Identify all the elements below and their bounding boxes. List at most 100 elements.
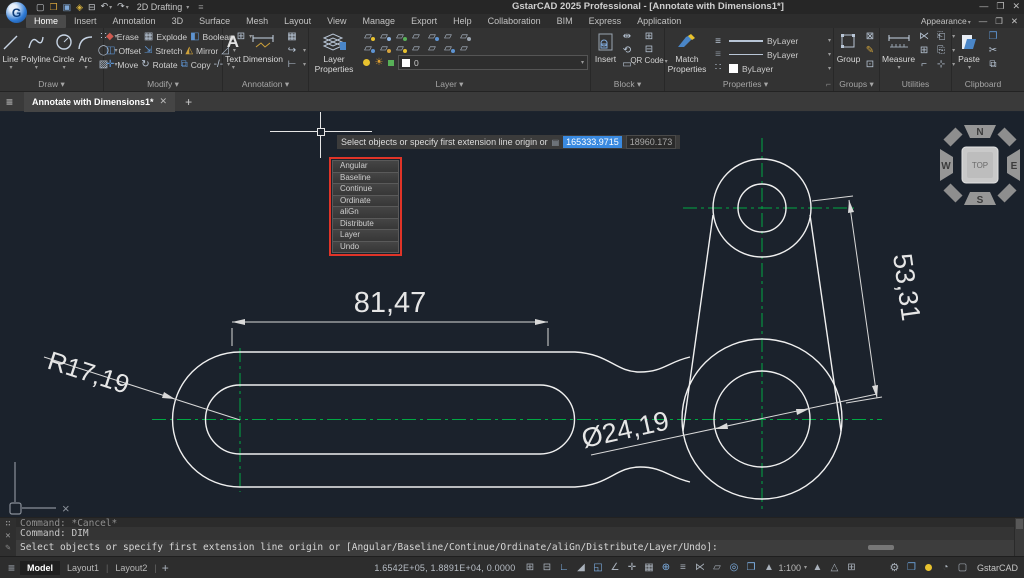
lineweight-list-icon[interactable]: ≡ (711, 36, 725, 48)
save-as-icon[interactable]: ◈ (76, 1, 83, 14)
array-icon[interactable]: ⊞ (237, 31, 245, 43)
grid-icon[interactable]: ⊞ (522, 560, 537, 575)
object-tracking-icon[interactable]: ∠ (607, 560, 622, 575)
arc-button[interactable]: Arc▾ (77, 30, 95, 79)
leader-tools-icon[interactable]: ↪ (285, 45, 299, 57)
menu-item-layer[interactable]: Layer (332, 229, 399, 241)
new-layout-button[interactable]: + (158, 560, 173, 575)
layer-off-icon[interactable]: ▱ (425, 30, 439, 42)
ribbon-minimize-button[interactable]: — (979, 16, 988, 26)
selection-cycling-icon[interactable]: ⋉ (692, 560, 707, 575)
dynamic-ucs-icon[interactable]: ✛ (624, 560, 639, 575)
tab-insert[interactable]: Insert (66, 15, 105, 28)
ribbon-close-button[interactable]: ✕ (1011, 16, 1018, 27)
workspace-table-icon[interactable]: ⊞ (844, 560, 859, 575)
tab-mesh[interactable]: Mesh (238, 15, 276, 28)
panel-block-label[interactable]: Block ▾ (591, 79, 664, 91)
layer-merge-icon[interactable]: ▱ (393, 42, 407, 54)
viewcube-west[interactable]: W (941, 161, 951, 172)
auto-scale-icon[interactable]: ▲ (810, 560, 825, 575)
measure-button[interactable]: Measure▾ (882, 30, 915, 79)
mirror-button[interactable]: Mirror (196, 46, 218, 56)
tab-bim[interactable]: BIM (549, 15, 581, 28)
point-style-icon[interactable]: ⌐ (917, 59, 931, 71)
layer-freeze-icon[interactable]: ▱ (409, 30, 423, 42)
erase-button[interactable]: Erase (117, 32, 139, 42)
group-button[interactable]: Group (836, 30, 861, 79)
transparency-icon[interactable]: ≡ (675, 560, 690, 575)
polyline-button[interactable]: Polyline▾ (21, 30, 51, 79)
tab-manage[interactable]: Manage (355, 15, 404, 28)
layout2-tab[interactable]: Layout2 (108, 561, 154, 575)
id-point-icon[interactable]: ⎘ (934, 45, 948, 57)
undo-icon[interactable]: ↶▾ (101, 0, 113, 15)
cut-clip-icon[interactable]: ✂ (986, 45, 1000, 57)
tab-help[interactable]: Help (445, 15, 480, 28)
menu-item-distribute[interactable]: Distribute (332, 218, 399, 230)
match-properties-button[interactable]: Match Properties (667, 30, 707, 79)
panel-draw-label[interactable]: Draw ▾ (0, 79, 103, 91)
layer-lock-state-icon[interactable] (387, 57, 395, 69)
document-tab-close-icon[interactable]: ✕ (160, 96, 168, 107)
appearance-menu[interactable]: Appearance▾ (921, 16, 971, 26)
menu-item-align[interactable]: aliGn (332, 206, 399, 218)
move-button[interactable]: Move (117, 60, 138, 70)
ribbon-restore-button[interactable]: ❐ (995, 16, 1003, 27)
ortho-icon[interactable]: ∟ (556, 560, 571, 575)
lineweight-display-icon[interactable]: ⊕ (658, 560, 673, 575)
panel-layer-label[interactable]: Layer ▾ (309, 79, 590, 91)
tab-layout[interactable]: Layout (276, 15, 319, 28)
menu-item-undo[interactable]: Undo (332, 241, 399, 254)
layer-state-icon[interactable]: ▱ (361, 30, 375, 42)
dimension-button[interactable]: Dimension (243, 30, 283, 79)
layer-isolate-icon[interactable]: ▱ (377, 30, 391, 42)
layer-walk-icon[interactable]: ▱ (377, 42, 391, 54)
copy-clip-icon[interactable]: ❐ (986, 31, 1000, 43)
new-document-tab-button[interactable]: + (185, 95, 192, 109)
stretch-button[interactable]: Stretch (155, 46, 182, 56)
block-edit-icon[interactable]: ⇹ (620, 31, 634, 43)
layer-unisolate-icon[interactable]: ▱ (393, 30, 407, 42)
viewcube-east[interactable]: E (1011, 161, 1018, 172)
tab-export[interactable]: Export (403, 15, 445, 28)
tab-express[interactable]: Express (581, 15, 630, 28)
model-tab[interactable]: Model (20, 561, 60, 575)
bulb-on-icon[interactable] (361, 57, 371, 69)
annotation-scale-control[interactable]: ▲ 1:100▾ (761, 560, 807, 575)
dim-style-icon[interactable]: ⊢ (285, 59, 299, 71)
print-icon[interactable]: ⊟ (88, 1, 96, 14)
table-tools-icon[interactable]: ▦ (285, 31, 299, 43)
minimize-button[interactable]: — (979, 1, 988, 12)
command-close-icon[interactable]: ✕ (5, 531, 10, 541)
tab-view[interactable]: View (319, 15, 354, 28)
toolbar-overflow-icon[interactable]: ≡ (198, 2, 203, 12)
offset-button[interactable]: Offset (118, 46, 141, 56)
close-button[interactable]: ✕ (1012, 1, 1020, 12)
sun-icon[interactable]: ☀ (374, 57, 384, 69)
layer-copy-icon[interactable]: ▱ (457, 42, 471, 54)
open-file-icon[interactable]: ❒ (50, 1, 58, 14)
touch-mode-icon[interactable]: ❐ (904, 560, 919, 575)
paste-button[interactable]: Paste▾ (954, 30, 984, 79)
menu-item-baseline[interactable]: Baseline (332, 172, 399, 184)
group-select-icon[interactable]: ⊡ (863, 59, 877, 71)
document-tab[interactable]: Annotate with Dimensions1* ✕ (24, 92, 175, 112)
layer-match-icon[interactable]: ▱ (457, 30, 471, 42)
layer-on-icon[interactable]: ▱ (425, 42, 439, 54)
viewcube-north[interactable]: N (976, 127, 983, 138)
layer-select-dropdown[interactable]: 0 ▾ (398, 55, 588, 70)
command-edit-icon[interactable]: ✎ (5, 543, 10, 553)
paste-special-icon[interactable]: ⎗ (934, 31, 948, 43)
layer-thaw-icon[interactable]: ▱ (441, 42, 455, 54)
layout1-tab[interactable]: Layout1 (60, 561, 106, 575)
settings-gear-icon[interactable]: ⚙ (887, 560, 902, 575)
tab-home[interactable]: Home (26, 15, 66, 28)
ungroup-icon[interactable]: ⊠ (863, 31, 877, 43)
lineweight-dropdown[interactable]: ByLayer▾ (729, 35, 831, 47)
osnap-icon[interactable]: ◱ (590, 560, 605, 575)
snap-mode-icon[interactable]: ⊟ (539, 560, 554, 575)
workspace-dropdown[interactable]: 2D Drafting▾ ≡ (137, 2, 204, 12)
polar-tracking-icon[interactable]: ◢ (573, 560, 588, 575)
layer-prev-icon[interactable]: ▱ (361, 42, 375, 54)
tab-3d[interactable]: 3D (164, 15, 192, 28)
